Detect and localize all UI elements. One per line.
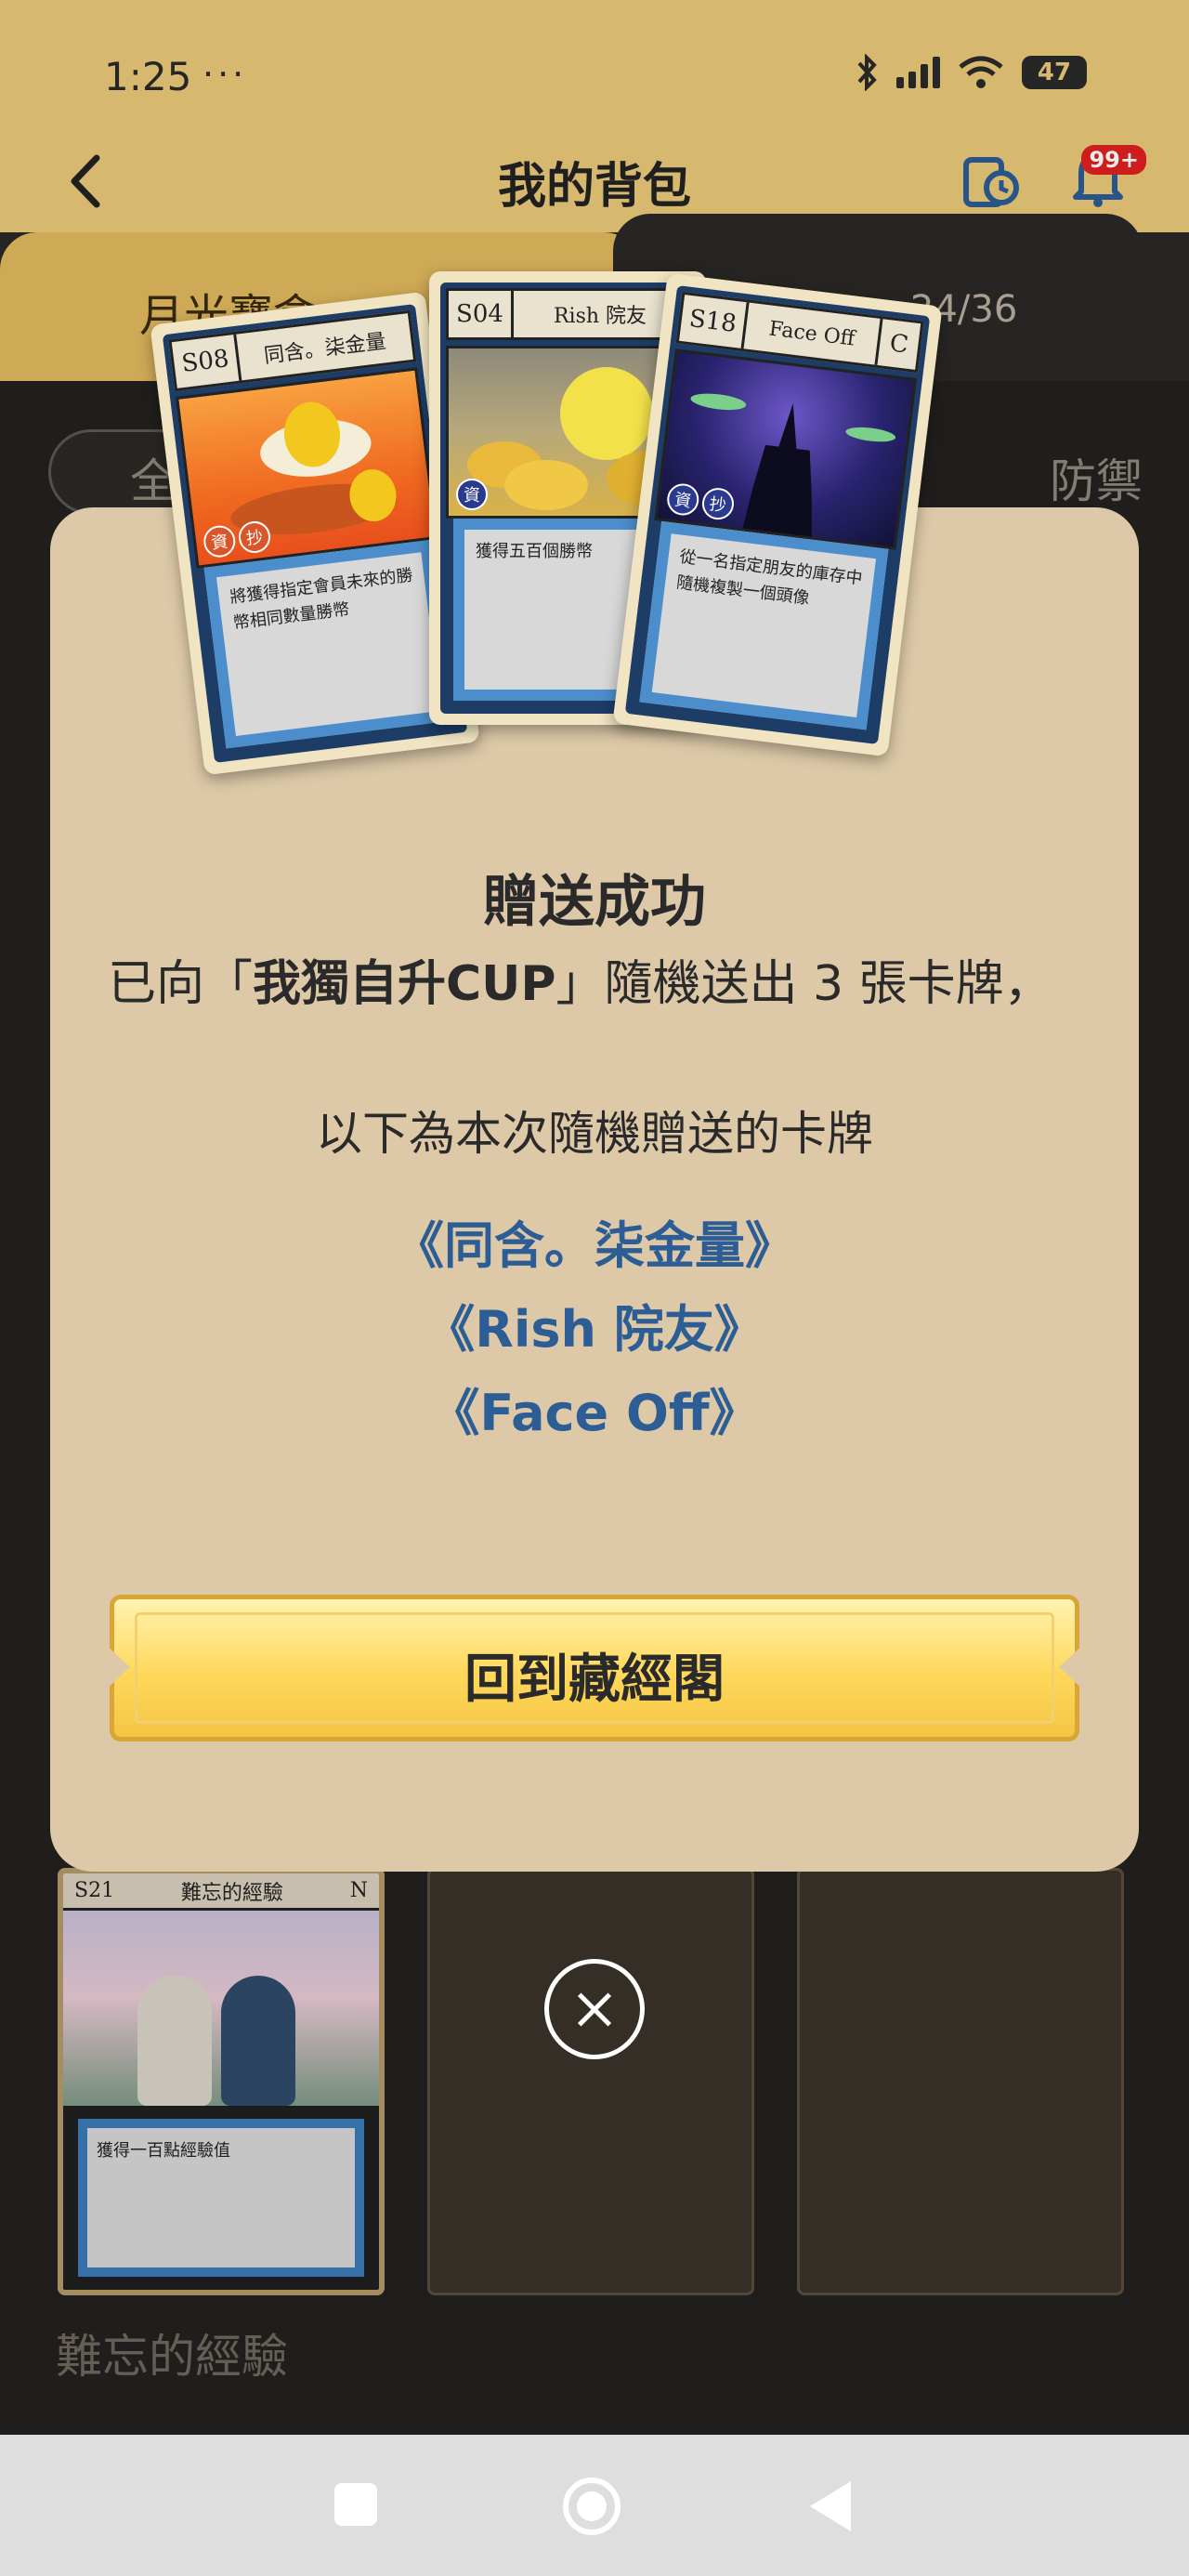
return-button-label: 回到藏經閣 [464, 1649, 725, 1710]
recent-apps-icon[interactable] [334, 2483, 377, 2526]
card-illustration: 資 抄 [175, 367, 438, 569]
gift-list-item: 《同含。柒金量》 [394, 1216, 795, 1275]
close-icon[interactable] [544, 1959, 645, 2059]
system-nav-bar [0, 2435, 1189, 2576]
card-code: S18 [679, 295, 750, 349]
tag-copy-icon: 抄 [700, 486, 736, 522]
gift-message-prefix: 已向「 [108, 956, 254, 1012]
card-code: S08 [171, 334, 242, 388]
gift-message-suffix: 」隨機送出 3 張卡牌， [555, 956, 1052, 1012]
tag-resource-icon: 資 [202, 523, 238, 559]
gift-list-item: 《Rish 院友》 [425, 1300, 764, 1359]
gift-card-3: S18 Face Off C 資 抄 從一名指定朋友的庫存中隨機複製一個頭像 [612, 272, 943, 757]
tag-copy-icon: 抄 [237, 519, 272, 555]
gift-recipient: 我獨自升CUP [253, 956, 556, 1012]
gift-message: 已向「我獨自升CUP」隨機送出 3 張卡牌， [108, 948, 1092, 1020]
gift-list: 《同含。柒金量》 《Rish 院友》 《Face Off》 [0, 1204, 1189, 1455]
card-header: S04 Rish 院友 [446, 288, 689, 340]
system-back-icon[interactable] [810, 2481, 851, 2531]
tag-resource-icon: 資 [665, 481, 701, 518]
gift-list-item: 《Face Off》 [429, 1384, 760, 1442]
card-description: 將獲得指定會員未來的勝幣相同數量勝幣 [203, 539, 453, 749]
card-code: S04 [449, 291, 514, 337]
home-icon[interactable] [563, 2477, 621, 2535]
gift-list-caption: 以下為本次隨機贈送的卡牌 [316, 1107, 873, 1161]
return-to-library-button[interactable]: 回到藏經閣 [104, 1595, 1085, 1741]
card-title: 同含。柒金量 [262, 330, 387, 369]
card-illustration: 資 抄 [654, 348, 918, 550]
card-description: 從一名指定朋友的庫存中隨機複製一個頭像 [639, 520, 889, 730]
card-rarity: C [874, 318, 921, 370]
dialog-title: 贈送成功 [483, 870, 706, 935]
card-title: Face Off [767, 316, 856, 351]
tag-resource-icon: 資 [456, 479, 488, 510]
